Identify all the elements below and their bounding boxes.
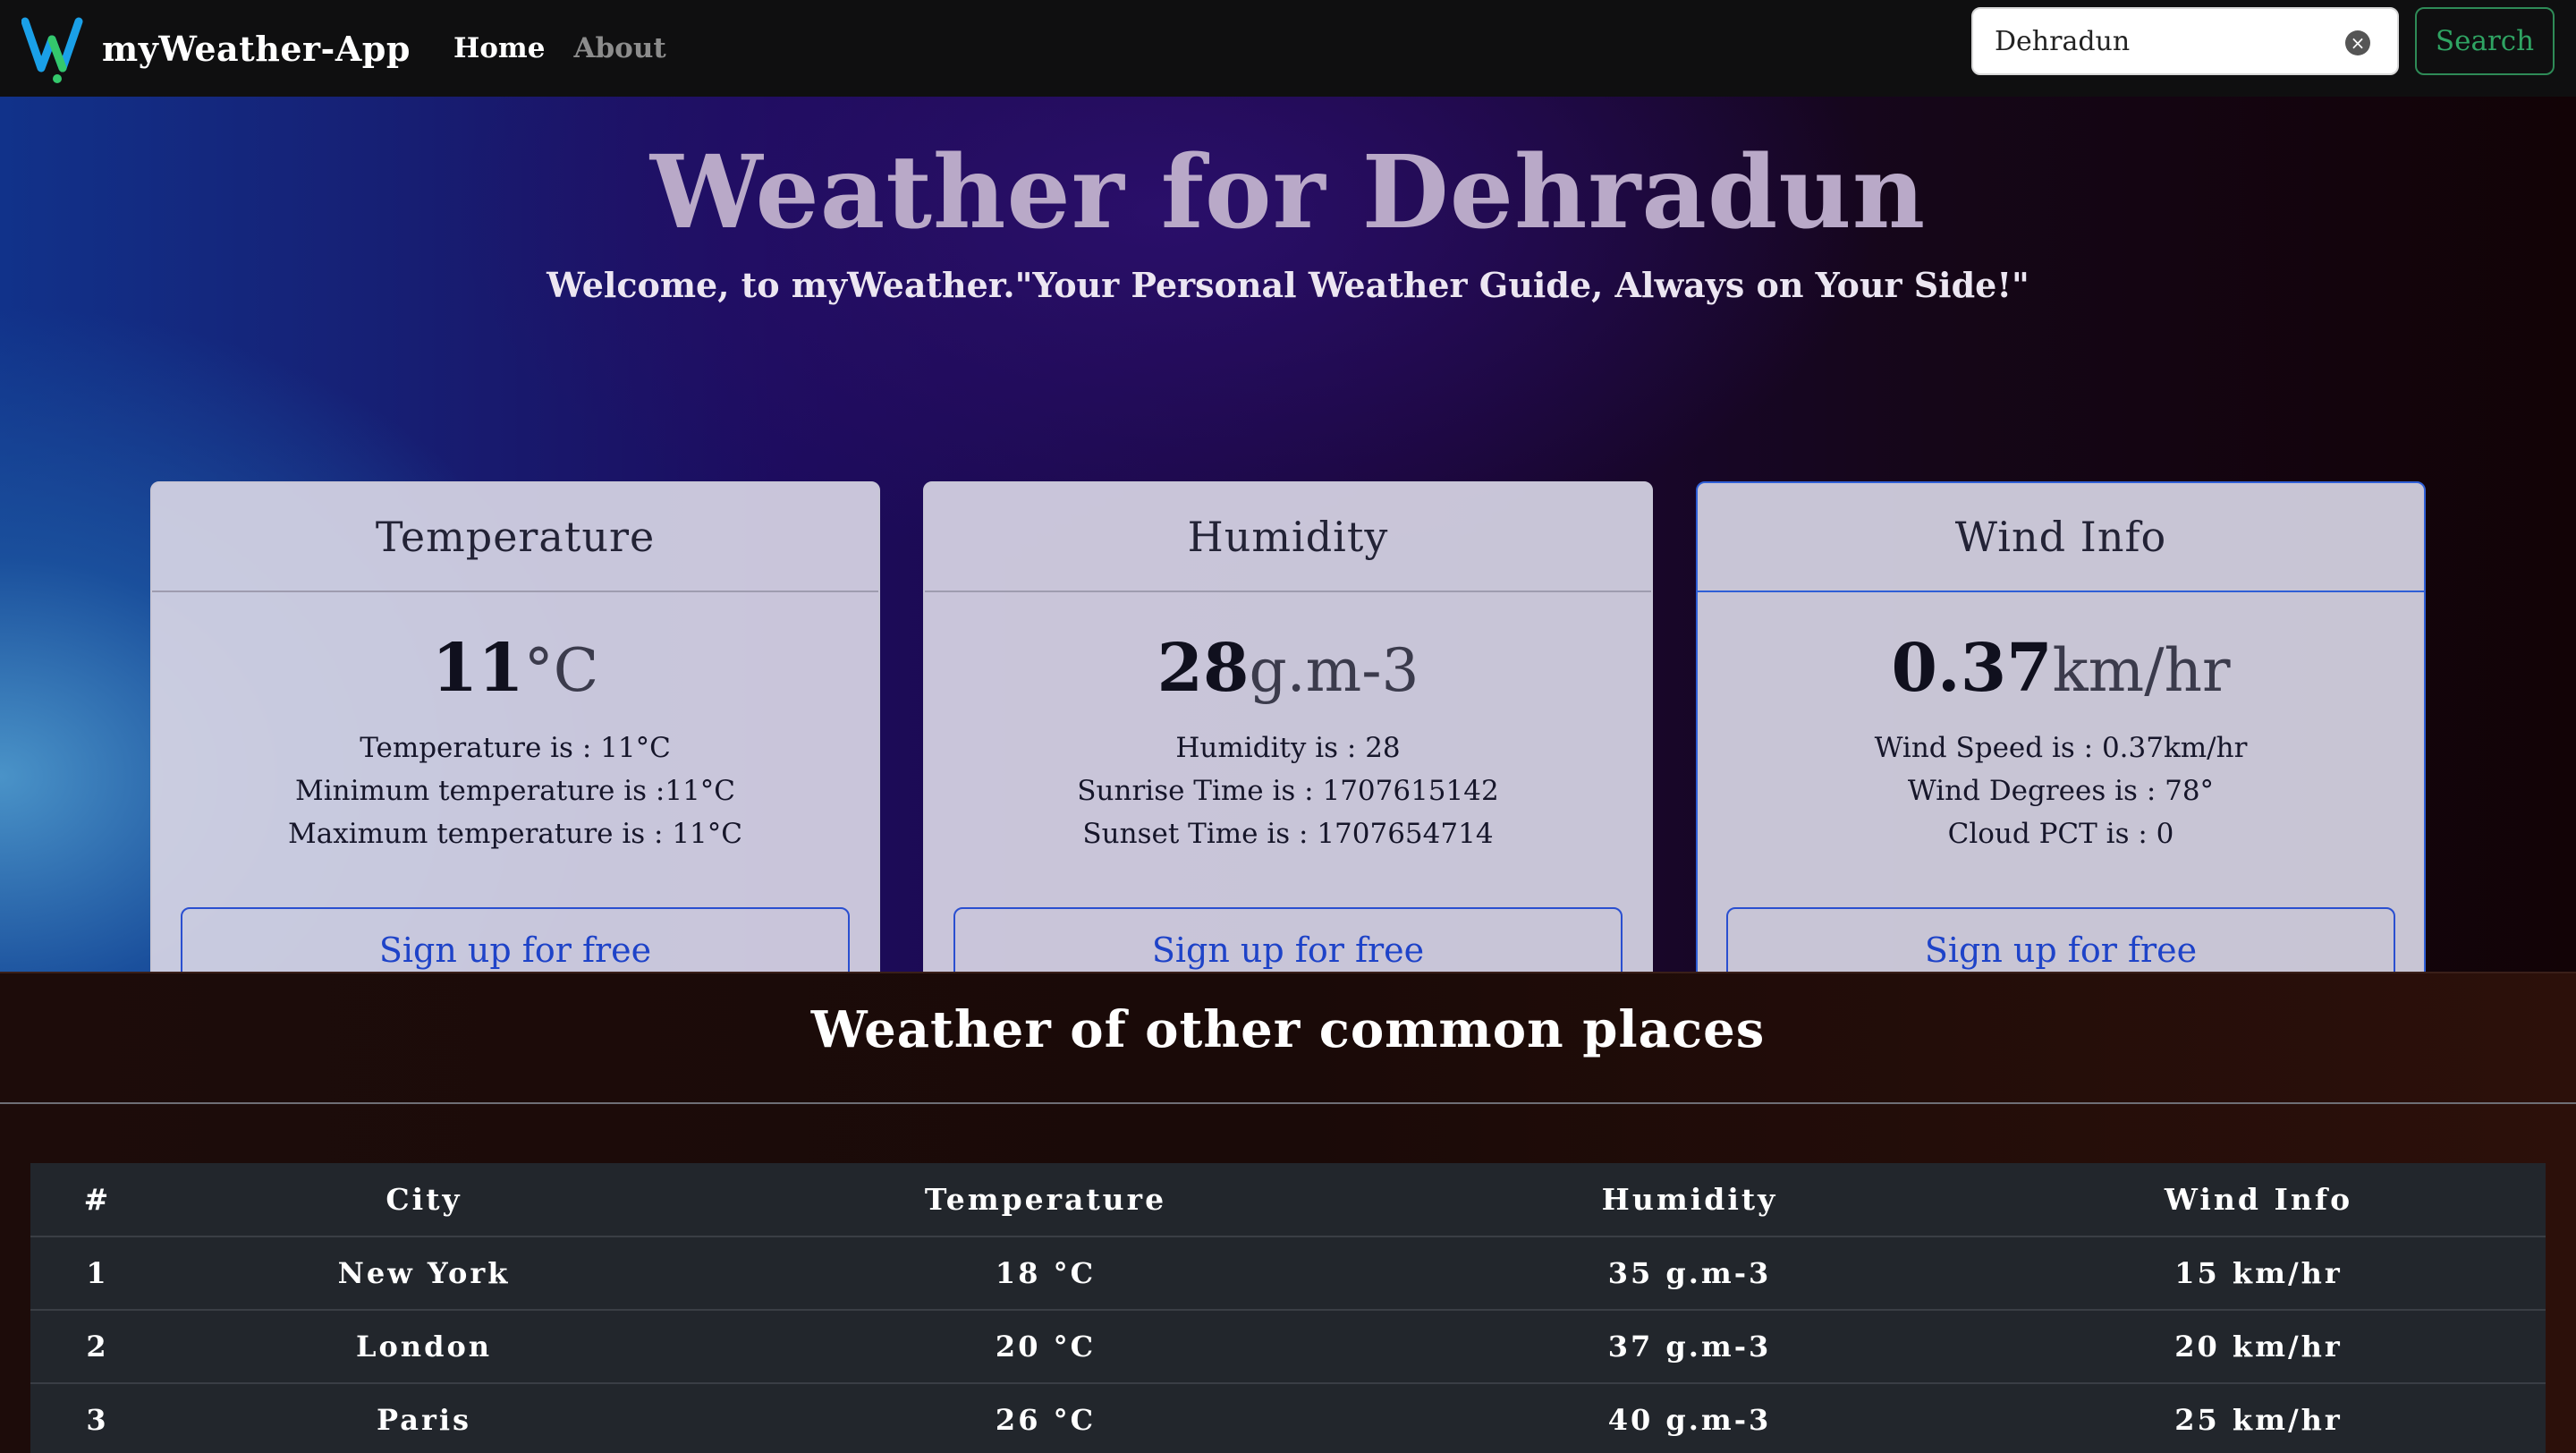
detail-line: Sunset Time is : 1707654714 (1082, 818, 1494, 850)
table-row: 3 Paris 26 °C 40 g.m-3 25 km/hr (30, 1383, 2546, 1453)
column-header: City (165, 1163, 683, 1237)
hero: Weather for Dehradun Welcome, to myWeath… (0, 97, 2576, 1024)
search-box: × (1971, 7, 2399, 75)
detail-line: Temperature is : 11°C (360, 732, 671, 764)
divider (0, 1102, 2576, 1104)
wind-card: Wind Info 0.37km/hr Wind Speed is : 0.37… (1696, 481, 2426, 1024)
detail-line: Sunrise Time is : 1707615142 (1077, 775, 1499, 807)
column-header: Humidity (1408, 1163, 1971, 1237)
temperature-value: 11°C (152, 630, 878, 707)
value-unit: °C (523, 636, 599, 705)
brand[interactable]: myWeather-App (21, 13, 411, 84)
card-title: Wind Info (1698, 483, 2424, 592)
humidity-cell: 37 g.m-3 (1408, 1310, 1971, 1384)
value-number: 28 (1157, 630, 1250, 707)
city-cell: London (165, 1310, 683, 1384)
wind-cell: 15 km/hr (1971, 1236, 2546, 1311)
card-details: Wind Speed is : 0.37km/hr Wind Degrees i… (1698, 726, 2424, 855)
detail-line: Maximum temperature is : 11°C (287, 818, 742, 850)
wind-value: 0.37km/hr (1698, 630, 2424, 707)
welcome-subtitle: Welcome, to myWeather."Your Personal Wea… (547, 265, 2029, 305)
table-header-row: # City Temperature Humidity Wind Info (30, 1163, 2546, 1237)
card-details: Temperature is : 11°C Minimum temperatur… (152, 726, 878, 855)
nav-about-link[interactable]: About (573, 32, 665, 64)
temperature-cell: 26 °C (683, 1383, 1408, 1453)
column-header: Wind Info (1971, 1163, 2546, 1237)
detail-line: Humidity is : 28 (1175, 732, 1401, 764)
other-places-section: Weather of other common places # City Te… (0, 972, 2576, 1453)
detail-line: Cloud PCT is : 0 (1947, 818, 2174, 850)
table-row: 1 New York 18 °C 35 g.m-3 15 km/hr (30, 1236, 2546, 1311)
brand-name: myWeather-App (102, 28, 411, 69)
row-index: 3 (30, 1383, 165, 1453)
wind-cell: 20 km/hr (1971, 1310, 2546, 1384)
value-unit: g.m-3 (1249, 636, 1419, 705)
row-index: 2 (30, 1310, 165, 1384)
city-cell: Paris (165, 1383, 683, 1453)
search-input[interactable] (1973, 9, 2397, 73)
humidity-value: 28g.m-3 (925, 630, 1651, 707)
value-unit: km/hr (2052, 636, 2231, 705)
temperature-card: Temperature 11°C Temperature is : 11°C M… (150, 481, 880, 1024)
detail-line: Wind Speed is : 0.37km/hr (1874, 732, 2248, 764)
temperature-cell: 18 °C (683, 1236, 1408, 1311)
logo-icon (21, 17, 83, 83)
detail-line: Minimum temperature is :11°C (294, 775, 736, 807)
navbar: myWeather-App Home About × Search (0, 0, 2576, 97)
humidity-card: Humidity 28g.m-3 Humidity is : 28 Sunris… (923, 481, 1653, 1024)
city-cell: New York (165, 1236, 683, 1311)
nav-home-link[interactable]: Home (453, 32, 546, 64)
humidity-cell: 35 g.m-3 (1408, 1236, 1971, 1311)
page-title: Weather for Dehradun (649, 134, 1927, 251)
humidity-cell: 40 g.m-3 (1408, 1383, 1971, 1453)
value-number: 0.37 (1891, 630, 2053, 707)
column-header: Temperature (683, 1163, 1408, 1237)
card-details: Humidity is : 28 Sunrise Time is : 17076… (925, 726, 1651, 855)
column-header: # (30, 1163, 165, 1237)
value-number: 11 (431, 630, 524, 707)
section-title: Weather of other common places (810, 1000, 1766, 1059)
clear-icon[interactable]: × (2345, 30, 2370, 55)
card-title: Humidity (925, 483, 1651, 592)
row-index: 1 (30, 1236, 165, 1311)
card-title: Temperature (152, 483, 878, 592)
other-places-table: # City Temperature Humidity Wind Info 1 … (30, 1163, 2546, 1453)
search-button[interactable]: Search (2415, 7, 2555, 75)
wind-cell: 25 km/hr (1971, 1383, 2546, 1453)
table-row: 2 London 20 °C 37 g.m-3 20 km/hr (30, 1310, 2546, 1384)
detail-line: Wind Degrees is : 78° (1907, 775, 2215, 807)
temperature-cell: 20 °C (683, 1310, 1408, 1384)
